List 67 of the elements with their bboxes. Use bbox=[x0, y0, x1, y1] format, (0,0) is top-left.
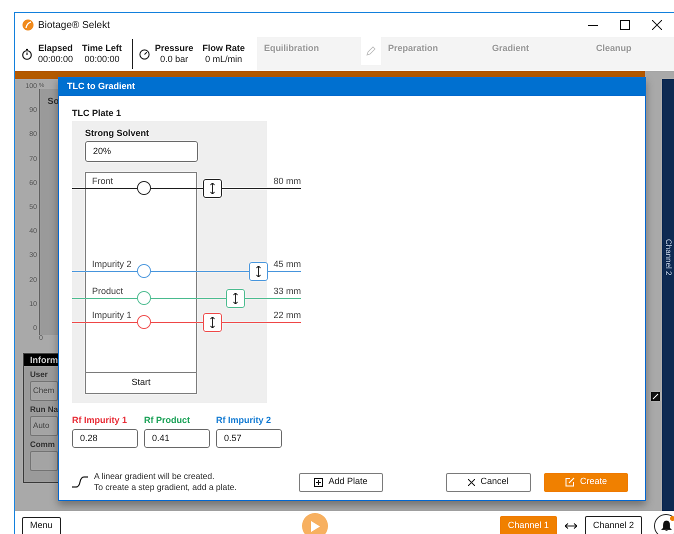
menu-button[interactable]: Menu bbox=[22, 516, 61, 534]
pencil-icon bbox=[366, 46, 376, 56]
maximize-icon[interactable] bbox=[620, 20, 630, 30]
gauge-value: 0 mL/min bbox=[205, 54, 242, 65]
solvent-label: Strong Solvent bbox=[85, 127, 150, 140]
side-tab-label: Channel 2 bbox=[663, 239, 673, 276]
leaf-logo-icon bbox=[22, 19, 34, 31]
close-icon bbox=[468, 478, 476, 486]
distance-reading: 80 mm bbox=[273, 176, 301, 186]
spot-label: Impurity 2 bbox=[92, 259, 132, 269]
stopwatch-icon bbox=[21, 48, 33, 60]
start-label: Start bbox=[86, 372, 196, 393]
solvent-field[interactable]: 20% bbox=[85, 141, 198, 162]
plus-box-icon bbox=[314, 478, 324, 486]
edit-icon bbox=[564, 477, 575, 487]
rf-label: Rf Impurity 1 bbox=[72, 415, 128, 426]
up-down-arrow-icon bbox=[233, 293, 238, 304]
plate-title: TLC Plate 1 bbox=[72, 108, 122, 119]
up-down-arrow-icon bbox=[210, 317, 215, 328]
swap-arrows-icon[interactable] bbox=[564, 523, 577, 529]
rf-label: Rf Product bbox=[144, 415, 191, 426]
gauge-icon bbox=[138, 48, 150, 60]
input-field[interactable]: Chem bbox=[30, 381, 58, 401]
rf-field[interactable]: 0.41 bbox=[144, 429, 210, 448]
minimize-icon[interactable] bbox=[588, 24, 598, 26]
window-title: Biotage® Selekt bbox=[38, 18, 110, 32]
timer-label: Time Left bbox=[82, 43, 122, 54]
hint-text: To create a step gradient, add a plate. bbox=[94, 482, 238, 493]
distance-reading: 33 mm bbox=[273, 286, 301, 296]
spot-label: Product bbox=[92, 286, 124, 296]
rf-label: Rf Impurity 2 bbox=[216, 415, 272, 426]
dialog-title: TLC to Gradient bbox=[67, 80, 135, 94]
field-label: User bbox=[30, 369, 49, 381]
rf-field[interactable]: 0.28 bbox=[72, 429, 138, 448]
hint-text: A linear gradient will be created. bbox=[94, 471, 216, 482]
rf-field[interactable]: 0.57 bbox=[216, 429, 282, 448]
input-field[interactable] bbox=[30, 451, 58, 471]
distance-reading: 45 mm bbox=[273, 259, 301, 269]
bell-icon bbox=[660, 520, 672, 532]
cancel-button[interactable]: Cancel bbox=[446, 472, 531, 492]
up-down-arrow-icon bbox=[210, 183, 215, 194]
panel-label: So bbox=[47, 95, 59, 108]
expand-icon[interactable] bbox=[650, 392, 660, 401]
spot-label: Front bbox=[92, 176, 114, 186]
add-plate-button[interactable]: Add Plate bbox=[299, 472, 383, 492]
spot-label: Impurity 1 bbox=[92, 310, 132, 320]
channel-tab[interactable]: Channel 2 bbox=[584, 516, 642, 534]
timer-value: 00:00:00 bbox=[38, 54, 74, 65]
step-curve-icon bbox=[72, 476, 88, 488]
drag-handle[interactable] bbox=[226, 289, 245, 308]
drag-handle[interactable] bbox=[203, 313, 222, 332]
gauge-value: 0.0 bar bbox=[160, 54, 188, 65]
gauge-label: Pressure bbox=[154, 43, 194, 54]
up-down-arrow-icon bbox=[256, 266, 261, 277]
side-tab[interactable]: Channel 2 bbox=[662, 79, 674, 511]
input-field[interactable]: Auto bbox=[30, 416, 58, 436]
timer-label: Elapsed bbox=[38, 43, 73, 54]
distance-reading: 22 mm bbox=[273, 310, 301, 320]
field-label: Comm bbox=[30, 439, 56, 451]
close-icon[interactable] bbox=[652, 20, 662, 30]
play-icon bbox=[310, 520, 320, 532]
timer-value: 00:00:00 bbox=[84, 54, 120, 65]
gauge-label: Flow Rate bbox=[202, 43, 245, 54]
field-label: Run Na bbox=[30, 404, 58, 416]
drag-handle[interactable] bbox=[203, 179, 222, 198]
panel-header: Inform bbox=[24, 354, 58, 366]
drag-handle[interactable] bbox=[249, 262, 268, 281]
